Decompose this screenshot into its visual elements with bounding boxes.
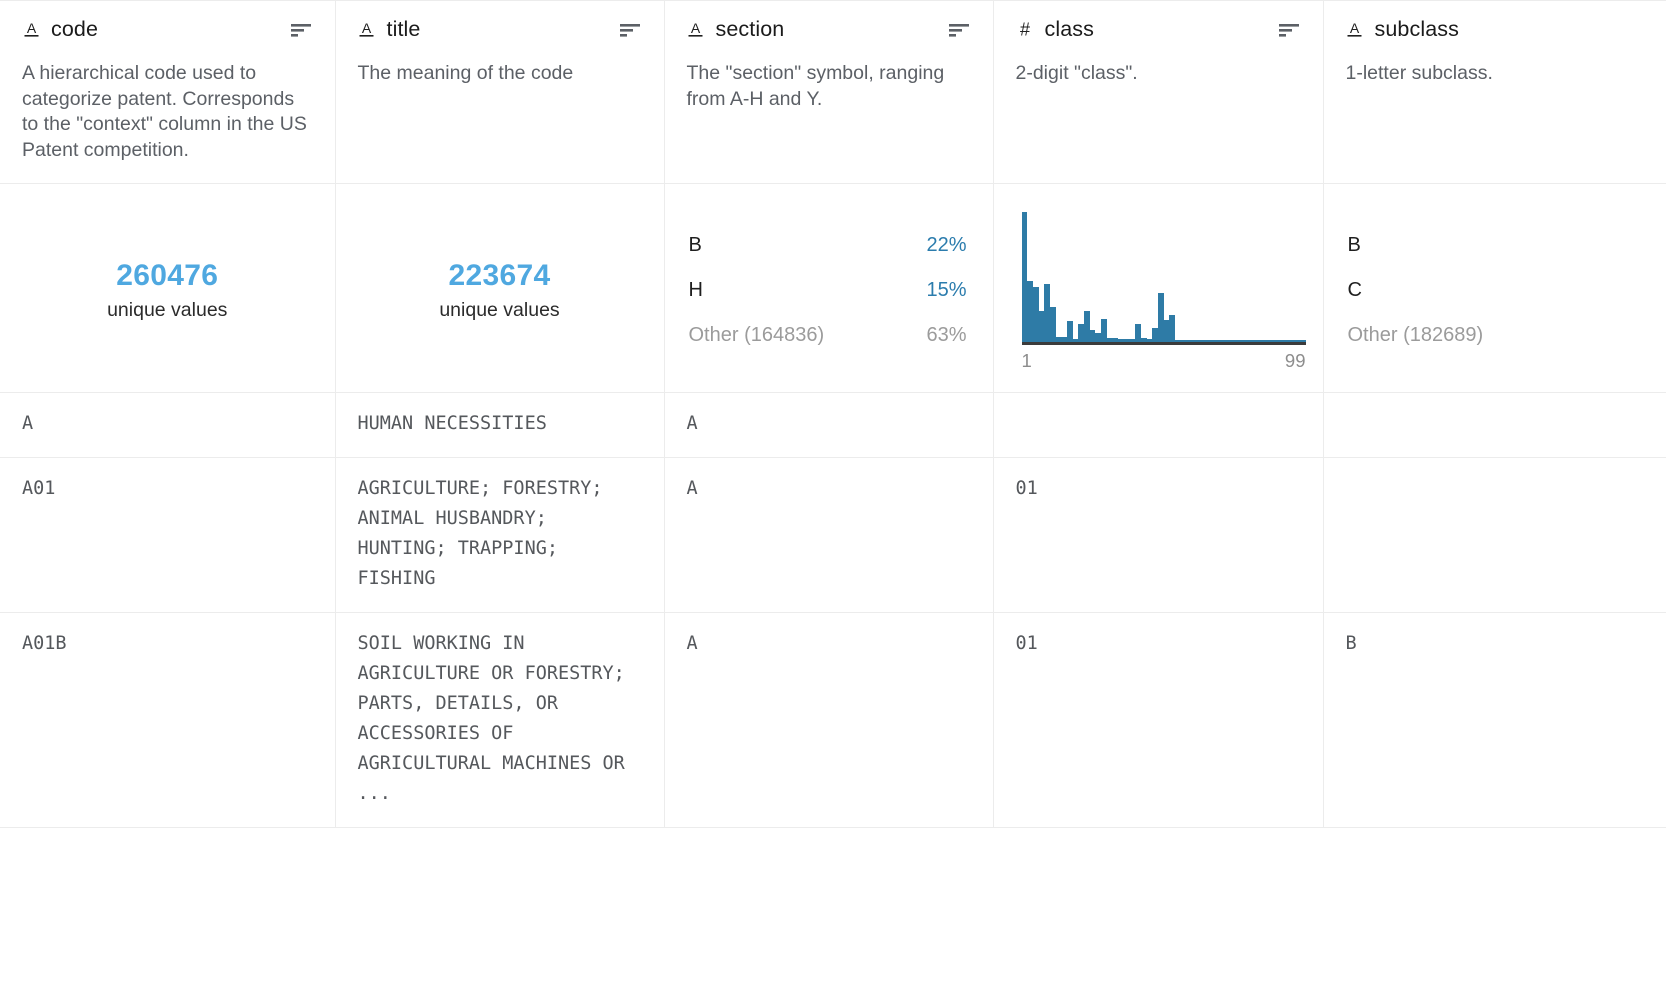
text-type-icon: A [358, 20, 376, 40]
stats-cell-section: B 22% H 15% Other (164836) 63% [664, 184, 993, 393]
table-row[interactable]: A HUMAN NECESSITIES A [0, 393, 1666, 458]
histogram-bar [1300, 340, 1306, 342]
category-label: C [1348, 279, 1362, 302]
header-cell-code: A code A hierarchical code used to categ… [0, 1, 335, 184]
svg-text:A: A [691, 21, 701, 36]
cell-subclass [1323, 458, 1666, 613]
stats-cell-subclass: B C Other (182689) [1323, 184, 1666, 393]
column-title-class: class [1045, 19, 1094, 41]
dataset-preview-table: A code A hierarchical code used to categ… [0, 0, 1666, 1004]
histogram-axis-max: 99 [1285, 350, 1306, 372]
sort-descending-icon[interactable] [947, 20, 971, 40]
cell-class: 01 [993, 613, 1323, 828]
stats-cell-title: 223674 unique values [335, 184, 664, 393]
header-cell-title: A title The meaning of the code [335, 1, 664, 184]
svg-text:A: A [362, 21, 372, 36]
column-description-code: A hierarchical code used to categorize p… [22, 61, 313, 163]
text-type-icon: A [687, 20, 705, 40]
category-label: B [689, 234, 702, 257]
table-row[interactable]: A01B SOIL WORKING IN AGRICULTURE OR FORE… [0, 613, 1666, 828]
unique-values-count: 260476 [116, 258, 218, 293]
cell-subclass [1323, 393, 1666, 458]
column-title-section: section [716, 19, 785, 41]
text-type-icon: A [1346, 20, 1364, 40]
header-cell-class: # class 2-digit "class". [993, 1, 1323, 184]
cell-section: A [664, 458, 993, 613]
number-type-icon: # [1016, 20, 1034, 40]
column-title-code: code [51, 19, 98, 41]
svg-text:#: # [1019, 21, 1029, 40]
unique-values-stat: 260476 unique values [22, 206, 313, 374]
unique-values-label: unique values [439, 299, 559, 322]
column-title-subclass: subclass [1375, 19, 1459, 41]
header-row: A code A hierarchical code used to categ… [0, 1, 1666, 184]
cell-title: HUMAN NECESSITIES [335, 393, 664, 458]
category-percent: 22% [926, 234, 966, 257]
cell-subclass: B [1323, 613, 1666, 828]
cell-title: SOIL WORKING IN AGRICULTURE OR FORESTRY;… [335, 613, 664, 828]
sort-descending-icon[interactable] [1277, 20, 1301, 40]
table-row[interactable]: A01 AGRICULTURE; FORESTRY; ANIMAL HUSBAN… [0, 458, 1666, 613]
svg-text:A: A [26, 21, 36, 36]
column-description-class: 2-digit "class". [1016, 61, 1301, 87]
histogram-bars [1022, 212, 1306, 345]
column-grid: A code A hierarchical code used to categ… [0, 0, 1666, 828]
stats-cell-class: 1 99 [993, 184, 1323, 393]
category-percent-other: 63% [926, 324, 966, 347]
unique-values-count: 223674 [449, 258, 551, 293]
stats-cell-code: 260476 unique values [0, 184, 335, 393]
category-row: B 22% [689, 234, 967, 257]
column-title-title: title [387, 19, 421, 41]
cell-class [993, 393, 1323, 458]
header-cell-section: A section The "section" symbol, ranging … [664, 1, 993, 184]
svg-text:A: A [1350, 21, 1360, 36]
cell-section: A [664, 393, 993, 458]
category-label-other: Other (164836) [689, 324, 825, 347]
histogram-axis-min: 1 [1022, 350, 1032, 372]
column-description-subclass: 1-letter subclass. [1346, 61, 1645, 87]
histogram-bar [1169, 315, 1175, 342]
cell-title: AGRICULTURE; FORESTRY; ANIMAL HUSBANDRY;… [335, 458, 664, 613]
column-description-section: The "section" symbol, ranging from A-H a… [687, 61, 971, 112]
cell-code: A [0, 393, 335, 458]
category-label: H [689, 279, 703, 302]
class-histogram: 1 99 [1016, 206, 1301, 374]
category-row: C [1348, 279, 1641, 302]
category-row: H 15% [689, 279, 967, 302]
column-description-title: The meaning of the code [358, 61, 642, 87]
cell-class: 01 [993, 458, 1323, 613]
sort-descending-icon[interactable] [289, 20, 313, 40]
header-cell-subclass: A subclass 1-letter subclass. [1323, 1, 1666, 184]
category-distribution-list: B 22% H 15% Other (164836) 63% [687, 206, 971, 374]
cell-section: A [664, 613, 993, 828]
category-row-other: Other (182689) [1348, 324, 1641, 347]
unique-values-label: unique values [107, 299, 227, 322]
category-distribution-list: B C Other (182689) [1346, 206, 1645, 374]
category-percent: 15% [926, 279, 966, 302]
category-row-other: Other (164836) 63% [689, 324, 967, 347]
category-row: B [1348, 234, 1641, 257]
text-type-icon: A [22, 20, 40, 40]
category-label-other: Other (182689) [1348, 324, 1484, 347]
histogram-axis: 1 99 [1022, 350, 1306, 372]
sort-descending-icon[interactable] [618, 20, 642, 40]
unique-values-stat: 223674 unique values [358, 206, 642, 374]
cell-code: A01 [0, 458, 335, 613]
cell-code: A01B [0, 613, 335, 828]
category-label: B [1348, 234, 1361, 257]
column-statistics-row: 260476 unique values 223674 unique value… [0, 184, 1666, 393]
